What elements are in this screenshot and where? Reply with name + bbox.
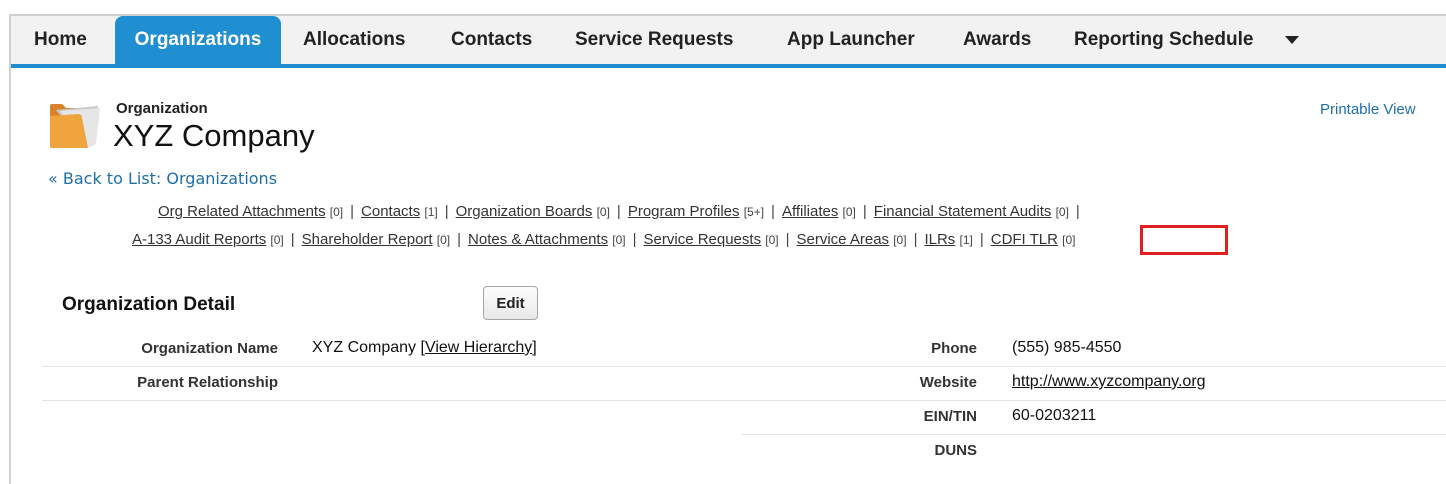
related-link-organization-boards[interactable]: Organization Boards	[456, 203, 593, 220]
related-count: [0]	[270, 233, 284, 247]
related-count: [1]	[424, 205, 438, 219]
tab-allocations[interactable]: Allocations	[303, 16, 405, 64]
tab-contacts[interactable]: Contacts	[451, 16, 532, 64]
ein-tin-value: 60-0203211	[1012, 407, 1097, 424]
related-count: [0]	[612, 233, 626, 247]
related-lists-row-1: Org Related Attachments [0] | Contacts [1]…	[158, 203, 1087, 220]
related-link-ilrs[interactable]: ILRs	[924, 231, 955, 248]
separator: |	[771, 203, 775, 220]
tab-reporting-schedule[interactable]: Reporting Schedule	[1074, 16, 1253, 64]
related-link-affiliates[interactable]: Affiliates	[782, 203, 838, 220]
related-link-service-areas[interactable]: Service Areas	[797, 231, 890, 248]
related-count: [0]	[842, 205, 856, 219]
related-count: [0]	[436, 233, 451, 247]
printable-view-link[interactable]: Printable View	[1320, 101, 1416, 118]
related-link-notes-attachments[interactable]: Notes & Attachments	[468, 231, 608, 248]
parent-relationship-label: Parent Relationship	[137, 374, 278, 391]
object-type-label: Organization	[116, 100, 208, 117]
related-link-cdfi-tlr[interactable]: CDFI TLR	[991, 231, 1058, 248]
phone-value: (555) 985-4550	[1012, 339, 1122, 356]
separator: |	[616, 203, 621, 220]
tab-app-launcher[interactable]: App Launcher	[787, 16, 915, 64]
edit-button[interactable]: Edit	[483, 286, 538, 320]
phone-label: Phone	[931, 340, 977, 357]
more-tabs-dropdown[interactable]	[1281, 16, 1311, 64]
related-count: [5+]	[743, 205, 765, 219]
bracket-close: ]	[532, 339, 537, 356]
separator: |	[457, 231, 462, 248]
related-count: [0]	[765, 233, 779, 247]
related-count: [1]	[959, 233, 973, 247]
related-link-financial-statement-audits[interactable]: Financial Statement Audits	[874, 203, 1052, 220]
separator: |	[862, 203, 867, 220]
row-divider	[742, 434, 1446, 435]
separator: |	[632, 231, 637, 248]
app-frame: Home Organizations Allocations Contacts …	[0, 0, 1446, 484]
org-name-value: XYZ Company [View Hierarchy]	[312, 339, 537, 357]
ilrs-highlight-box	[1140, 225, 1228, 255]
org-name-label: Organization Name	[141, 340, 278, 357]
related-count: [0]	[596, 205, 610, 219]
frame-left-border	[9, 16, 11, 484]
duns-label: DUNS	[934, 442, 977, 459]
ein-tin-label: EIN/TIN	[923, 408, 977, 425]
separator: |	[350, 203, 355, 220]
related-link-program-profiles[interactable]: Program Profiles	[628, 203, 740, 220]
org-name-text: XYZ Company	[312, 339, 417, 356]
website-link[interactable]: http://www.xyzcompany.org	[1012, 373, 1206, 390]
website-label: Website	[919, 374, 977, 391]
related-count: [0]	[1062, 233, 1076, 247]
related-link-org-related-attachments[interactable]: Org Related Attachments	[158, 203, 326, 220]
website-value: http://www.xyzcompany.org	[1012, 373, 1206, 391]
separator: |	[785, 231, 790, 248]
related-count: [0]	[1055, 205, 1069, 219]
folder-icon	[50, 104, 100, 148]
back-to-list-link[interactable]: « Back to List: Organizations	[48, 169, 277, 188]
row-divider	[42, 366, 1446, 367]
tab-awards[interactable]: Awards	[963, 16, 1031, 64]
related-count: [0]	[329, 205, 344, 219]
separator: |	[290, 231, 295, 248]
tab-home[interactable]: Home	[34, 16, 87, 64]
tab-service-requests[interactable]: Service Requests	[575, 16, 733, 64]
chevron-down-icon	[1285, 36, 1299, 44]
row-divider	[42, 400, 1446, 401]
related-lists-row-2: A-133 Audit Reports [0] | Shareholder Repo…	[132, 231, 1075, 248]
view-hierarchy-link[interactable]: View Hierarchy	[425, 339, 532, 356]
separator: |	[444, 203, 449, 220]
related-count: [0]	[893, 233, 907, 247]
related-link-shareholder-report[interactable]: Shareholder Report	[302, 231, 433, 248]
related-link-service-requests[interactable]: Service Requests	[644, 231, 762, 248]
section-title: Organization Detail	[62, 294, 236, 315]
separator: |	[913, 231, 918, 248]
related-link-contacts[interactable]: Contacts	[361, 203, 420, 220]
separator: |	[979, 231, 984, 248]
separator: |	[1075, 203, 1080, 220]
tab-organizations[interactable]: Organizations	[115, 16, 281, 68]
related-link-a133-audit-reports[interactable]: A-133 Audit Reports	[132, 231, 266, 248]
page-title: XYZ Company	[113, 118, 315, 153]
